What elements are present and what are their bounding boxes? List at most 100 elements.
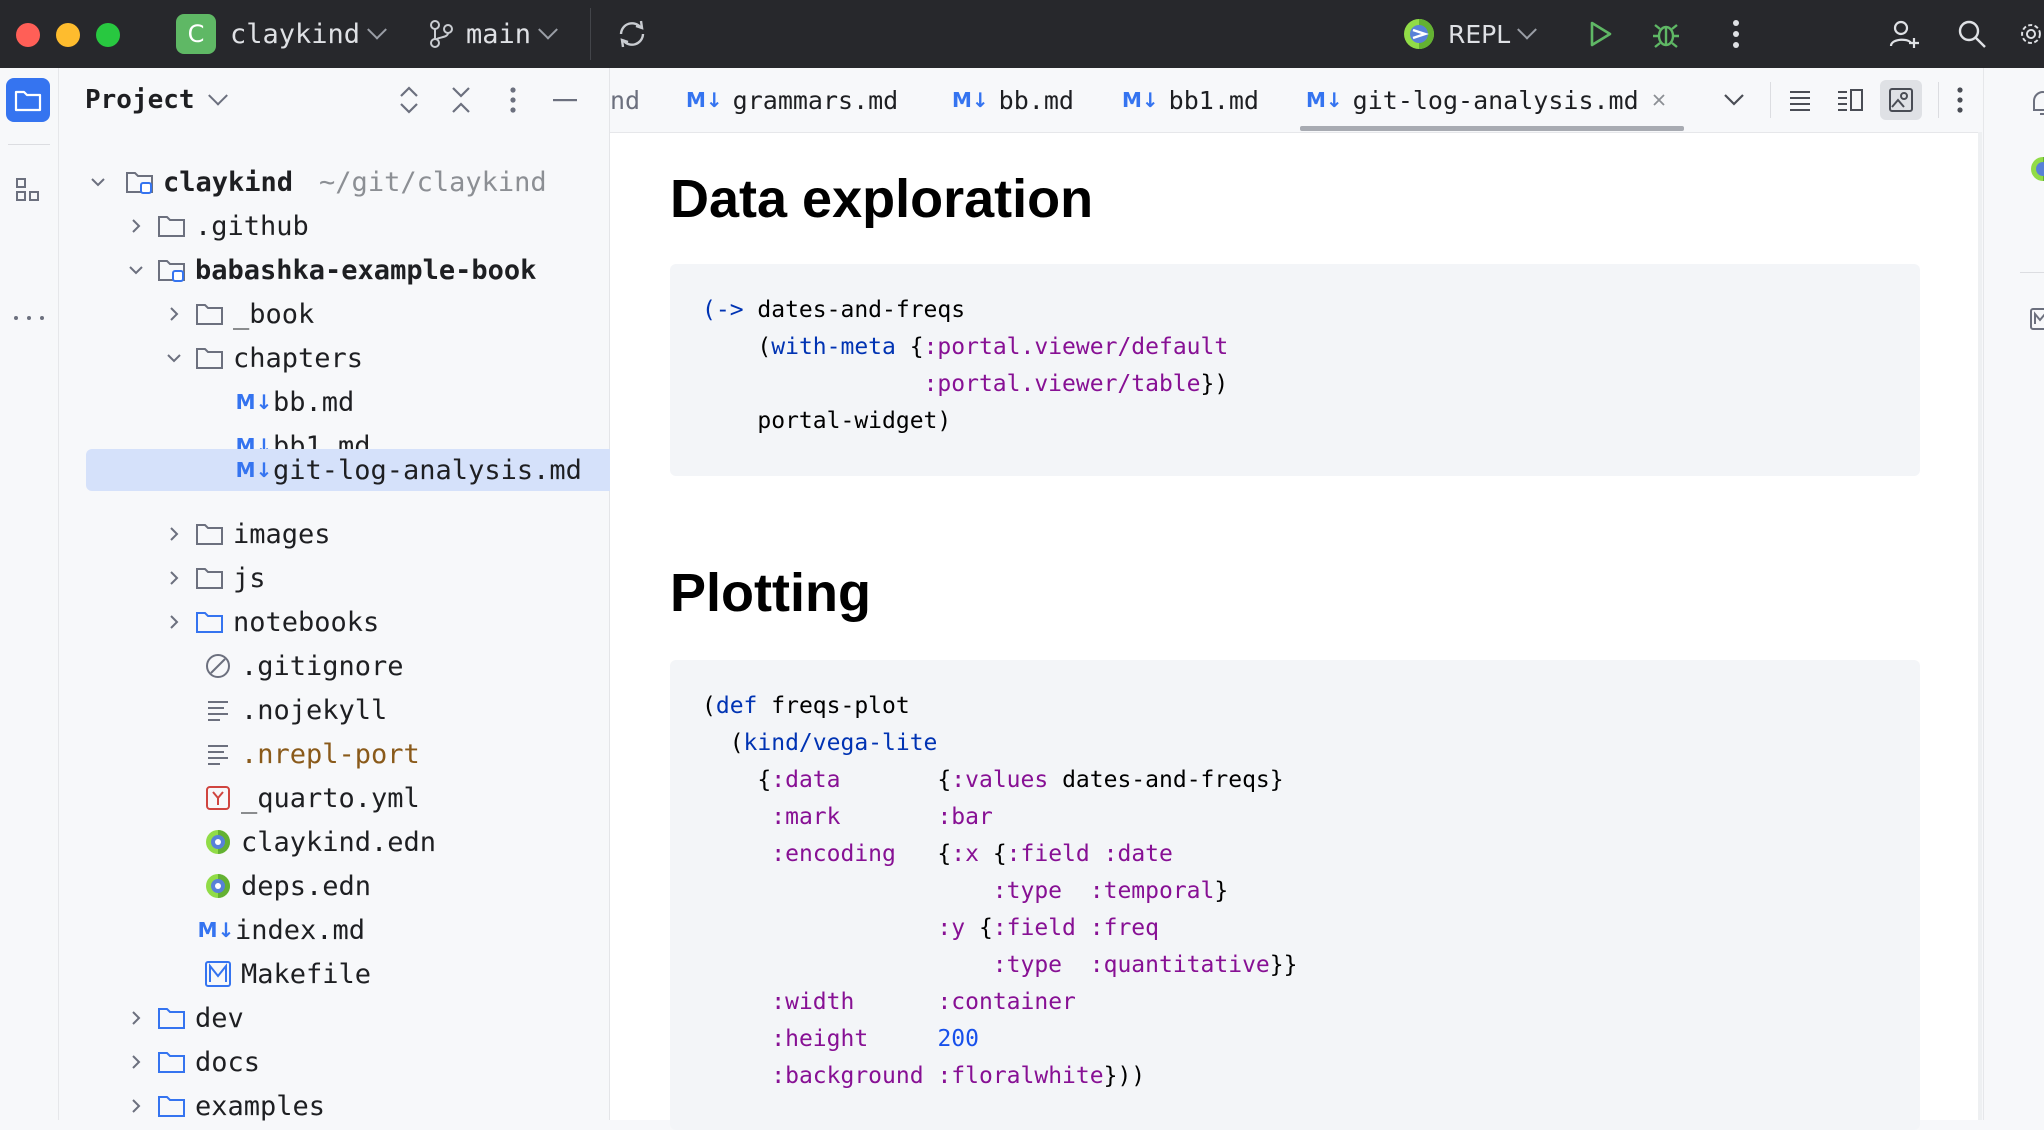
tree-label: .nojekyll bbox=[241, 694, 388, 726]
folder-icon bbox=[195, 519, 225, 549]
collapse-all-icon[interactable] bbox=[443, 82, 479, 118]
markdown-icon: M↓ bbox=[197, 918, 235, 942]
code-text: (-> dates-and-freqs (with-meta {:portal.… bbox=[702, 297, 1229, 434]
chevron-right-icon bbox=[132, 1099, 141, 1113]
code-block-plotting: (def freqs-plot (kind/vega-lite {:data {… bbox=[670, 660, 1920, 1130]
preview-icon bbox=[1888, 87, 1914, 113]
tree-label: babashka-example-book bbox=[195, 254, 537, 286]
more-actions-icon[interactable] bbox=[1716, 14, 1756, 54]
panel-title: Project bbox=[85, 85, 195, 115]
tree-item-dev[interactable]: dev bbox=[59, 996, 679, 1040]
strip-divider bbox=[8, 144, 50, 145]
tree-label: bb.md bbox=[273, 386, 355, 418]
chevron-down-icon bbox=[167, 354, 181, 363]
debug-icon[interactable] bbox=[1646, 14, 1686, 54]
tab-truncated[interactable]: nd bbox=[610, 68, 640, 132]
structure-tool-button[interactable] bbox=[12, 174, 44, 206]
markdown-icon: M↓ bbox=[235, 458, 273, 482]
chevron-down-icon bbox=[367, 19, 387, 40]
editor-only-view-icon[interactable] bbox=[1780, 80, 1820, 120]
tab-git-log-analysis-md[interactable]: M↓ git-log-analysis.md bbox=[1306, 68, 1667, 132]
tree-label: notebooks bbox=[233, 606, 380, 638]
preview-only-button[interactable] bbox=[1880, 80, 1922, 120]
sync-icon[interactable] bbox=[612, 14, 652, 54]
code-text: (def freqs-plot (kind/vega-lite {:data {… bbox=[702, 693, 1298, 1089]
markdown-icon: M↓ bbox=[686, 88, 723, 112]
split-view-icon[interactable] bbox=[1830, 80, 1870, 120]
chevron-right-icon bbox=[170, 527, 179, 541]
tree-label: dev bbox=[195, 1002, 244, 1034]
chevron-right-icon bbox=[132, 1011, 141, 1025]
toolbar-divider bbox=[590, 8, 591, 60]
project-switcher[interactable]: C claykind bbox=[176, 0, 387, 68]
project-tool-button[interactable] bbox=[6, 78, 50, 122]
tab-list-dropdown-icon[interactable] bbox=[1714, 80, 1754, 120]
run-config-selector[interactable]: REPL bbox=[1402, 0, 1538, 68]
close-window-button[interactable] bbox=[16, 23, 40, 47]
zoom-window-button[interactable] bbox=[96, 23, 120, 47]
settings-gear-icon[interactable] bbox=[2018, 14, 2044, 54]
editor-options-icon[interactable] bbox=[1940, 80, 1980, 120]
run-config-label: REPL bbox=[1448, 19, 1511, 49]
strip-divider bbox=[2020, 272, 2044, 273]
markdown-tool-icon[interactable] bbox=[2028, 304, 2044, 334]
source-folder-icon bbox=[157, 1047, 187, 1077]
tree-item-examples[interactable]: examples bbox=[59, 1084, 679, 1128]
tab-label: bb.md bbox=[998, 85, 1074, 115]
tree-label: docs bbox=[195, 1046, 261, 1078]
source-folder-icon bbox=[195, 607, 225, 637]
tree-label: git-log-analysis.md bbox=[273, 454, 582, 486]
folder-icon bbox=[14, 88, 42, 112]
folder-icon bbox=[195, 343, 225, 373]
markdown-icon: M↓ bbox=[235, 390, 273, 414]
markdown-icon: M↓ bbox=[952, 88, 989, 112]
structure-icon bbox=[15, 177, 41, 203]
markdown-icon: M↓ bbox=[1306, 88, 1343, 112]
heading-data-exploration: Data exploration bbox=[670, 169, 1094, 229]
folder-icon bbox=[195, 563, 225, 593]
project-panel: Project claykind ~/git/claykind .github … bbox=[59, 68, 762, 1122]
tree-item-docs[interactable]: docs bbox=[59, 1040, 679, 1084]
chevron-right-icon bbox=[170, 307, 179, 321]
chevron-down-icon bbox=[1517, 19, 1538, 40]
chevron-down-icon bbox=[538, 19, 558, 40]
makefile-icon bbox=[203, 959, 233, 989]
tab-bb1-md[interactable]: M↓ bb1.md bbox=[1122, 68, 1259, 132]
active-tab-indicator bbox=[1300, 126, 1684, 131]
tree-item-claykind[interactable]: claykind ~/git/claykind bbox=[59, 160, 641, 204]
tree-item-github[interactable]: .github bbox=[59, 204, 679, 248]
tree-label: deps.edn bbox=[241, 870, 372, 902]
branch-icon bbox=[428, 19, 454, 49]
module-folder-icon bbox=[125, 167, 155, 197]
notifications-icon[interactable] bbox=[2028, 88, 2044, 118]
tree-label: examples bbox=[195, 1090, 326, 1122]
run-icon[interactable] bbox=[1580, 14, 1620, 54]
more-tools-icon[interactable] bbox=[14, 308, 44, 328]
clojure-repl-tool-icon[interactable] bbox=[2028, 154, 2044, 184]
tree-label: chapters bbox=[233, 342, 364, 374]
minimize-window-button[interactable] bbox=[56, 23, 80, 47]
chevron-right-icon bbox=[132, 219, 141, 233]
tab-grammars-md[interactable]: M↓ grammars.md bbox=[686, 68, 898, 132]
expand-all-icon[interactable] bbox=[391, 82, 427, 118]
editor-vertical-scrollbar-track[interactable] bbox=[1978, 132, 1982, 1120]
add-user-icon[interactable] bbox=[1884, 14, 1924, 54]
tree-label: Makefile bbox=[241, 958, 372, 990]
clojure-file-icon bbox=[203, 827, 233, 857]
source-folder-icon bbox=[157, 1003, 187, 1033]
branch-switcher[interactable]: main bbox=[428, 0, 558, 68]
chevron-right-icon bbox=[170, 571, 179, 585]
search-icon[interactable] bbox=[1952, 14, 1992, 54]
chevron-down-icon bbox=[207, 85, 228, 106]
tab-bb-md[interactable]: M↓ bb.md bbox=[952, 68, 1074, 132]
folder-icon bbox=[195, 299, 225, 329]
project-badge: C bbox=[176, 14, 216, 54]
tree-label: claykind.edn bbox=[241, 826, 437, 858]
chevron-down-icon bbox=[129, 266, 143, 275]
close-tab-icon[interactable] bbox=[1651, 92, 1667, 108]
tab-label: nd bbox=[610, 85, 641, 115]
hide-panel-icon[interactable] bbox=[547, 82, 583, 118]
panel-options-icon[interactable] bbox=[495, 82, 531, 118]
project-panel-header[interactable]: Project bbox=[85, 68, 228, 132]
tree-item-babashka-example-book[interactable]: babashka-example-book bbox=[59, 248, 679, 292]
